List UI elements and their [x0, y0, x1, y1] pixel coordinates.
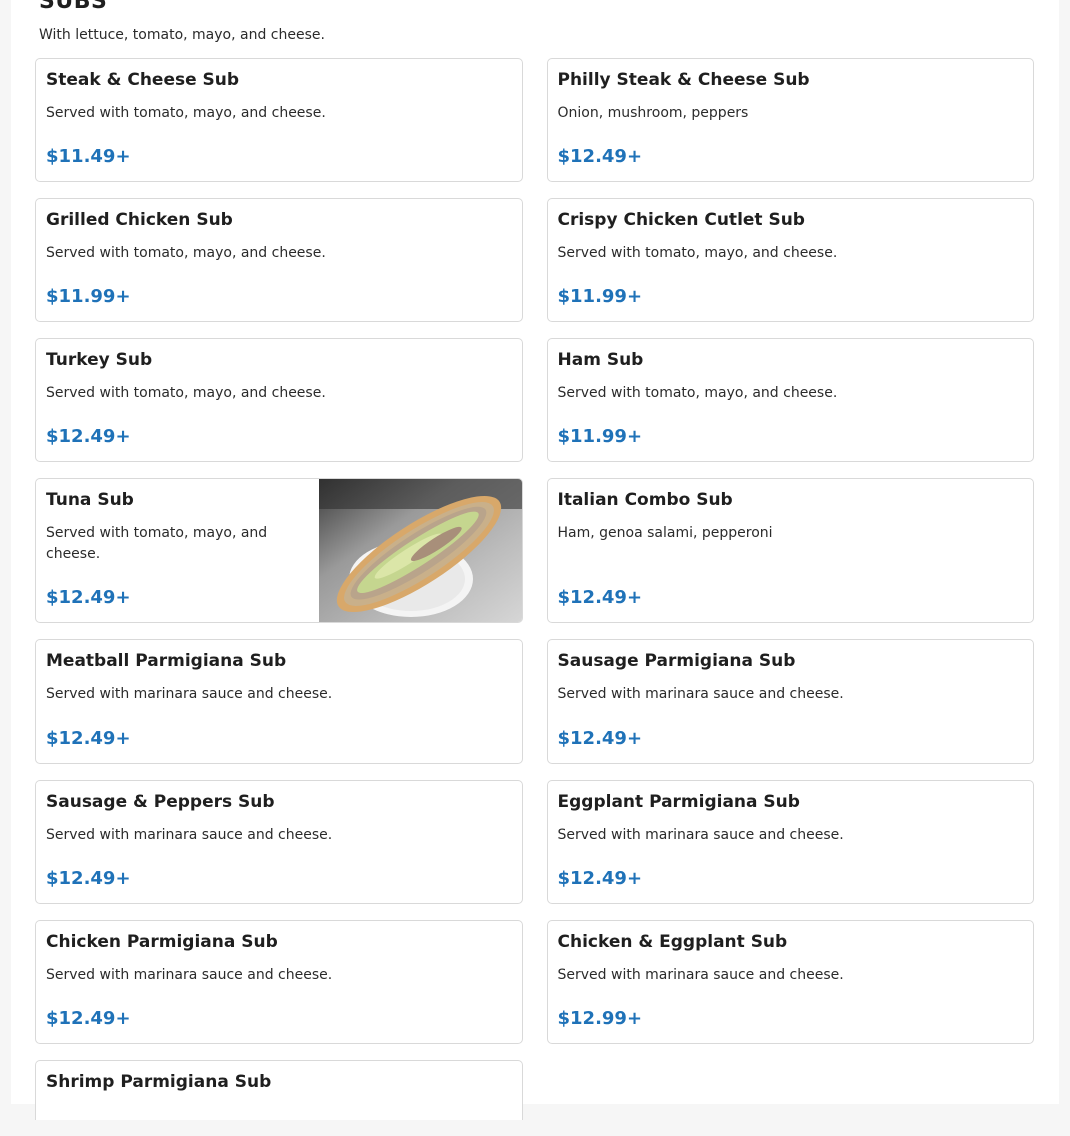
item-price: $11.99+ — [46, 286, 131, 307]
item-name: Eggplant Parmigiana Sub — [557, 792, 800, 812]
item-name: Sausage & Peppers Sub — [46, 792, 275, 812]
section-title: SUBS — [39, 0, 108, 14]
item-name: Meatball Parmigiana Sub — [46, 651, 287, 671]
item-price: $12.99+ — [557, 1008, 643, 1029]
item-price: $12.49+ — [46, 728, 131, 749]
item-price: $12.49+ — [46, 1008, 131, 1029]
item-description: Served with tomato, mayo, and cheese. — [557, 385, 838, 401]
item-name: Steak & Cheese Sub — [46, 70, 240, 90]
item-description: Served with marinara sauce and cheese. — [46, 827, 333, 843]
item-name: Philly Steak & Cheese Sub — [557, 70, 810, 90]
item-description: Served with tomato, mayo, and cheese. — [557, 245, 838, 261]
item-price: $12.49+ — [557, 728, 643, 749]
item-description: Served with tomato, mayo, and cheese. — [46, 385, 326, 401]
item-description: Served with marinara sauce and cheese. — [557, 827, 844, 843]
item-description: Served with marinara sauce and cheese. — [557, 967, 844, 983]
item-name: Sausage Parmigiana Sub — [557, 651, 796, 671]
item-description: Served with tomato, mayo, and cheese. — [46, 105, 326, 121]
menu-item-card[interactable]: Crispy Chicken Cutlet Sub Served with to… — [546, 198, 1034, 322]
item-description: Served with tomato, mayo, and cheese. — [46, 525, 268, 562]
item-name: Chicken Parmigiana Sub — [46, 932, 278, 952]
item-price: $12.49+ — [46, 868, 131, 889]
menu-item-card[interactable]: Turkey Sub Served with tomato, mayo, and… — [35, 338, 523, 462]
item-name: Tuna Sub — [46, 490, 134, 510]
item-price: $12.49+ — [557, 587, 643, 608]
item-description: Served with tomato, mayo, and cheese. — [46, 245, 326, 261]
item-name: Chicken & Eggplant Sub — [557, 932, 788, 952]
item-price: $11.99+ — [557, 426, 643, 447]
item-price: $12.49+ — [557, 868, 643, 889]
item-price: $12.49+ — [46, 587, 131, 608]
item-price: $12.49+ — [557, 146, 643, 167]
item-name: Italian Combo Sub — [557, 490, 733, 510]
menu-item-card[interactable]: Sausage Parmigiana Sub Served with marin… — [546, 639, 1034, 764]
section-description: With lettuce, tomato, mayo, and cheese. — [39, 27, 325, 43]
item-name: Shrimp Parmigiana Sub — [46, 1072, 272, 1092]
menu-item-card[interactable]: Tuna Sub Served with tomato, mayo, and c… — [35, 478, 523, 623]
menu-item-card[interactable]: Chicken Parmigiana Sub Served with marin… — [35, 920, 523, 1044]
item-description: Served with marinara sauce and cheese. — [46, 967, 333, 983]
item-description: Ham, genoa salami, pepperoni — [557, 525, 773, 541]
item-name: Turkey Sub — [46, 350, 153, 370]
item-description: Served with marinara sauce and cheese. — [46, 686, 333, 702]
menu-item-card[interactable]: Philly Steak & Cheese Sub Onion, mushroo… — [546, 58, 1034, 182]
menu-item-card[interactable]: Grilled Chicken Sub Served with tomato, … — [35, 198, 523, 322]
item-description: Onion, mushroom, peppers — [557, 105, 749, 121]
item-description: Served with marinara sauce and cheese. — [557, 686, 844, 702]
menu-grid: Steak & Cheese Sub Served with tomato, m… — [35, 58, 1034, 1136]
menu-page: SUBS With lettuce, tomato, mayo, and che… — [11, 0, 1059, 1120]
menu-item-card[interactable]: Eggplant Parmigiana Sub Served with mari… — [546, 780, 1034, 904]
item-name: Grilled Chicken Sub — [46, 210, 233, 230]
menu-item-card[interactable]: Meatball Parmigiana Sub Served with mari… — [35, 639, 523, 764]
menu-item-card[interactable]: Steak & Cheese Sub Served with tomato, m… — [35, 58, 523, 182]
item-name: Ham Sub — [557, 350, 644, 370]
tuna-sub-photo — [318, 479, 522, 622]
menu-item-card[interactable]: Italian Combo Sub Ham, genoa salami, pep… — [546, 478, 1034, 623]
item-price: $12.49+ — [46, 426, 131, 447]
menu-item-card[interactable]: Chicken & Eggplant Sub Served with marin… — [546, 920, 1034, 1044]
menu-item-card[interactable]: Ham Sub Served with tomato, mayo, and ch… — [546, 338, 1034, 462]
menu-item-card[interactable]: Shrimp Parmigiana Sub — [35, 1060, 523, 1120]
item-name: Crispy Chicken Cutlet Sub — [557, 210, 805, 230]
item-price: $11.99+ — [557, 286, 643, 307]
menu-item-card[interactable]: Sausage & Peppers Sub Served with marina… — [35, 780, 523, 904]
item-price: $11.49+ — [46, 146, 131, 167]
